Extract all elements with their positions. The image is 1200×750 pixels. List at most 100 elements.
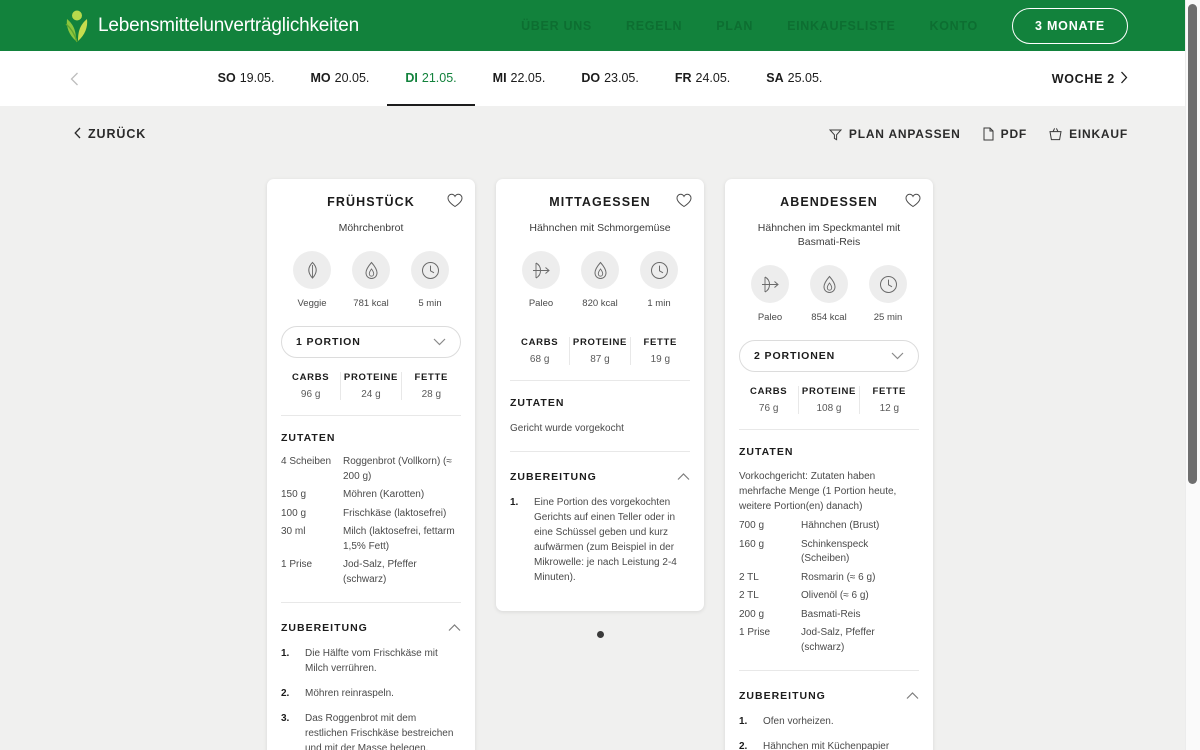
attribute-label: Veggie bbox=[297, 298, 327, 310]
macro-carbs: CARBS 76 g bbox=[739, 386, 800, 415]
step-number: 2. bbox=[739, 741, 748, 750]
macro-value: 24 g bbox=[361, 389, 381, 401]
card-header: MITTAGESSEN bbox=[510, 193, 692, 209]
portion-selector-breakfast[interactable]: 1 PORTION bbox=[281, 326, 461, 359]
day-date: 23.05. bbox=[604, 70, 639, 85]
ingredient-name: Möhren (Karotten) bbox=[343, 489, 425, 501]
day-dow: FR bbox=[674, 70, 692, 85]
ingredient-row: 4 Scheiben Roggenbrot (Vollkorn) (≈ 200 … bbox=[281, 455, 461, 484]
back-button[interactable]: ZURÜCK bbox=[74, 127, 146, 142]
favorite-heart-icon[interactable] bbox=[905, 193, 921, 213]
flame-icon bbox=[810, 265, 848, 304]
ingredients-section-header: ZUTATEN bbox=[739, 446, 919, 458]
shopping-label: EINKAUF bbox=[1069, 127, 1128, 141]
brand-logo-link[interactable]: Lebensmittelunverträglichkeiten bbox=[62, 9, 359, 43]
chevron-up-icon[interactable] bbox=[448, 619, 461, 637]
ingredient-name: Milch (laktosefrei, fettarm 1,5% Fett) bbox=[343, 526, 455, 552]
macro-value: 87 g bbox=[590, 354, 610, 366]
macro-fat: FETTE 19 g bbox=[631, 337, 690, 365]
card-header: FRÜHSTÜCK bbox=[281, 193, 463, 209]
back-button-label: ZURÜCK bbox=[88, 127, 147, 141]
preparation-section-header[interactable]: ZUBEREITUNG bbox=[739, 687, 919, 705]
dish-name: Hähnchen mit Schmorgemüse bbox=[529, 222, 671, 234]
page-scrollbar-track[interactable] bbox=[1185, 0, 1200, 750]
ingredient-name: Jod-Salz, Pfeffer (schwarz) bbox=[343, 559, 417, 585]
page-scrollbar-thumb[interactable] bbox=[1188, 4, 1197, 484]
week-label: WOCHE 2 bbox=[1051, 71, 1115, 86]
day-tab-do[interactable]: DO 23.05. bbox=[563, 51, 657, 106]
day-tab-sa[interactable]: SA 25.05. bbox=[748, 51, 840, 106]
nav-item-ueber-uns[interactable]: ÜBER UNS bbox=[521, 19, 592, 33]
ingredients-section-header: ZUTATEN bbox=[281, 432, 461, 444]
meal-cards-container: FRÜHSTÜCK Möhrchenbrot Veggie 781 kcal 5… bbox=[0, 162, 1200, 750]
favorite-heart-icon[interactable] bbox=[676, 193, 692, 213]
day-tab-mo[interactable]: MO 20.05. bbox=[292, 51, 387, 106]
nav-item-konto[interactable]: KONTO bbox=[930, 19, 978, 33]
macro-value: 96 g bbox=[300, 389, 321, 401]
favorite-heart-icon[interactable] bbox=[447, 193, 463, 213]
day-tab-fr[interactable]: FR 24.05. bbox=[657, 51, 748, 106]
attribute-row: Veggie 781 kcal 5 min bbox=[281, 251, 461, 309]
meal-card-column-dinner: ABENDESSEN Hähnchen im Speckmantel mit B… bbox=[725, 179, 933, 750]
macro-row: CARBS 76 g PROTEINE 108 g FETTE 12 g bbox=[739, 386, 919, 431]
step-text: Eine Portion des vorgekochten Gerichts a… bbox=[534, 497, 677, 584]
previous-week-chevron-icon[interactable] bbox=[70, 51, 94, 106]
carousel-indicator-dot[interactable] bbox=[596, 631, 604, 639]
portion-selector-dinner[interactable]: 2 PORTIONEN bbox=[739, 340, 919, 373]
day-tab-mi[interactable]: MI 22.05. bbox=[475, 51, 564, 106]
nav-item-plan[interactable]: PLAN bbox=[716, 19, 753, 33]
macro-name: PROTEINE bbox=[801, 386, 857, 398]
pdf-button[interactable]: PDF bbox=[983, 127, 1027, 141]
preparation-section-header[interactable]: ZUBEREITUNG bbox=[510, 468, 690, 486]
day-tab-di[interactable]: DI 21.05. bbox=[387, 51, 475, 106]
attribute-label: 854 kcal bbox=[811, 312, 847, 324]
macro-name: FETTE bbox=[643, 337, 678, 349]
meal-card-lunch: MITTAGESSEN Hähnchen mit Schmorgemüse Pa… bbox=[496, 179, 704, 612]
card-header: ABENDESSEN bbox=[739, 193, 921, 209]
attribute-label: 1 min bbox=[647, 298, 671, 310]
meal-card-breakfast: FRÜHSTÜCK Möhrchenbrot Veggie 781 kcal 5… bbox=[267, 179, 475, 750]
ingredient-qty: 1 Prise bbox=[739, 627, 771, 639]
macro-name: CARBS bbox=[521, 337, 559, 349]
day-dow: MO bbox=[310, 70, 331, 85]
nav-item-regeln[interactable]: REGELN bbox=[626, 19, 682, 33]
attribute-diet: Paleo bbox=[747, 265, 793, 323]
preparation-section-header[interactable]: ZUBEREITUNG bbox=[281, 619, 461, 637]
macro-row: CARBS 68 g PROTEINE 87 g FETTE 19 g bbox=[510, 337, 690, 382]
attribute-diet: Veggie bbox=[289, 251, 335, 309]
meal-title: MITTAGESSEN bbox=[549, 195, 651, 209]
macro-fat: FETTE 28 g bbox=[402, 372, 461, 400]
adjust-plan-label: PLAN ANPASSEN bbox=[848, 127, 961, 141]
clock-icon bbox=[869, 265, 907, 304]
chevron-up-icon[interactable] bbox=[906, 687, 919, 705]
subscription-cta-button[interactable]: 3 MONATE bbox=[1011, 7, 1128, 44]
preparation-step: 2. Hähnchen mit Küchenpapier trocken und… bbox=[739, 739, 919, 750]
preparation-step: 1. Ofen vorheizen. bbox=[739, 714, 919, 729]
day-date: 21.05. bbox=[421, 70, 457, 85]
macro-name: PROTEINE bbox=[572, 337, 628, 349]
ingredients-list: 700 g Hähnchen (Brust) 160 g Schinkenspe… bbox=[739, 519, 919, 655]
ingredient-qty: 1 Prise bbox=[281, 559, 313, 571]
preparation-title: ZUBEREITUNG bbox=[739, 690, 826, 703]
day-dow: SO bbox=[217, 70, 236, 85]
day-selector-bar: SO 19.05. MO 20.05. DI 21.05. MI 22.05. … bbox=[0, 51, 1200, 106]
step-number: 1. bbox=[510, 497, 519, 509]
shopping-button[interactable]: EINKAUF bbox=[1049, 127, 1128, 141]
step-number: 3. bbox=[281, 713, 290, 725]
macro-name: FETTE bbox=[414, 372, 449, 384]
section-divider bbox=[281, 602, 461, 604]
preparation-steps: 1. Eine Portion des vorgekochten Gericht… bbox=[510, 495, 690, 585]
nav-item-einkaufsliste[interactable]: EINKAUFSLISTE bbox=[787, 19, 895, 33]
ingredient-qty: 160 g bbox=[739, 538, 765, 550]
day-tab-so[interactable]: SO 19.05. bbox=[200, 51, 293, 106]
chevron-up-icon[interactable] bbox=[677, 468, 690, 486]
main-nav: ÜBER UNS REGELN PLAN EINKAUFSLISTE KONTO… bbox=[521, 7, 1128, 44]
ingredient-name: Schinkenspeck (Scheiben) bbox=[801, 538, 869, 565]
macro-value: 19 g bbox=[650, 354, 671, 366]
day-date: 24.05. bbox=[695, 70, 731, 85]
step-number: 1. bbox=[739, 716, 748, 728]
next-week-link[interactable]: WOCHE 2 bbox=[1052, 51, 1128, 106]
preparation-step: 1. Die Hälfte vom Frischkäse mit Milch v… bbox=[281, 646, 461, 676]
ingredient-qty: 700 g bbox=[739, 520, 765, 532]
adjust-plan-button[interactable]: PLAN ANPASSEN bbox=[828, 127, 961, 141]
